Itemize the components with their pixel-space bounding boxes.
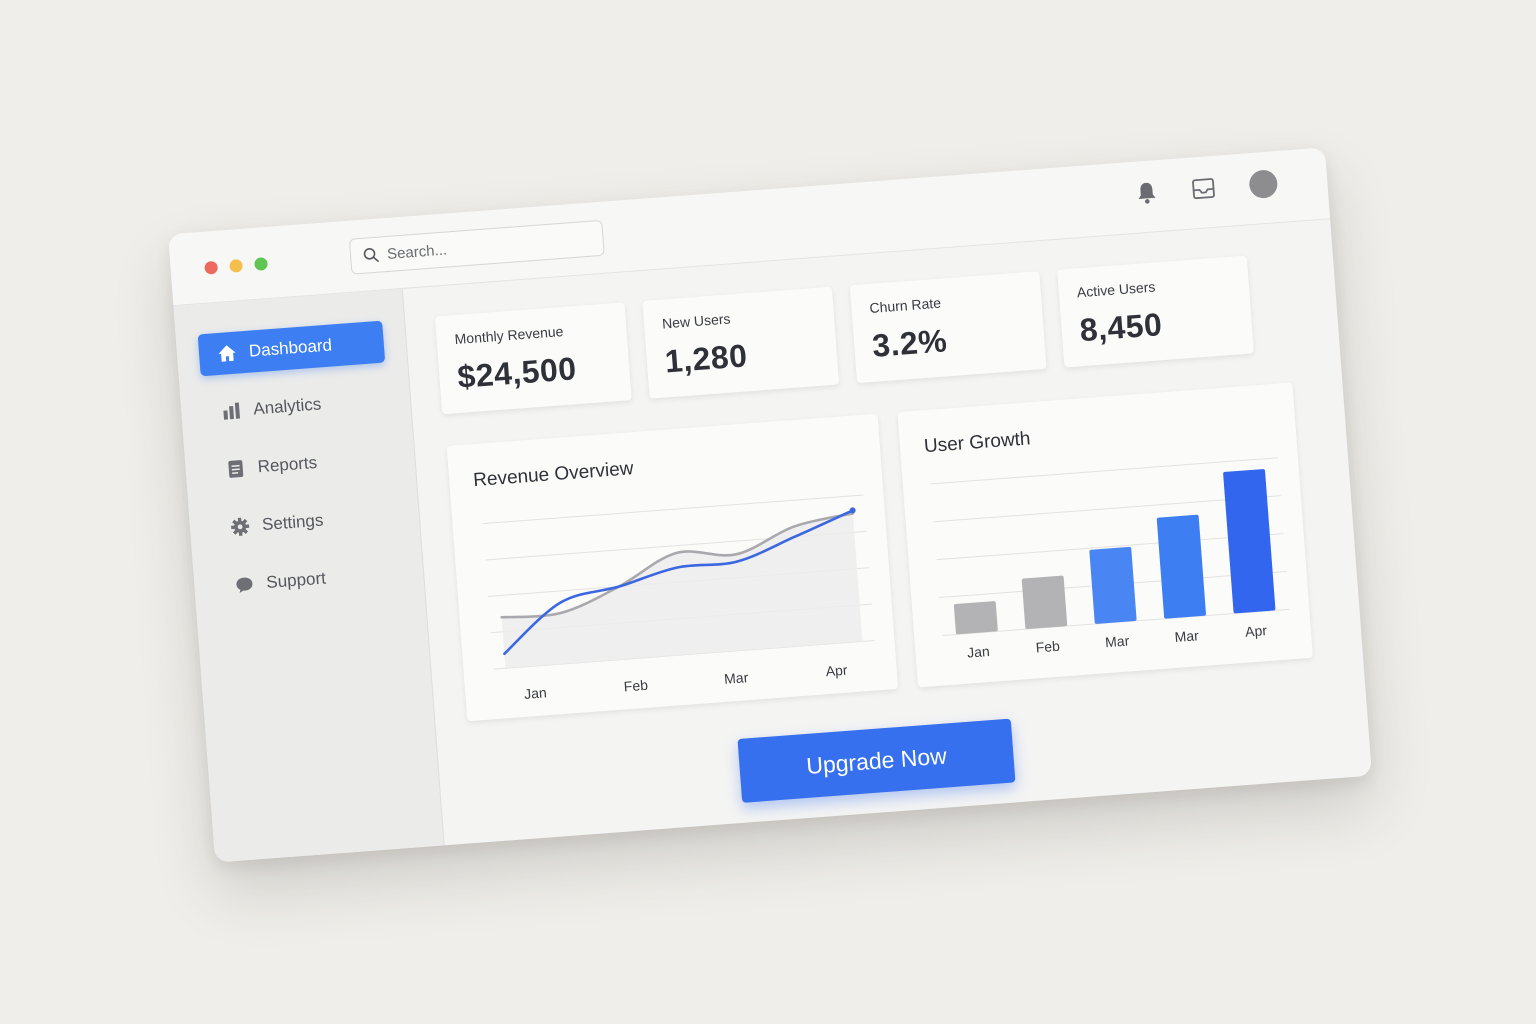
sidebar-item-label: Dashboard [248,335,333,361]
sidebar-item-support[interactable]: Support [215,552,403,608]
search-input[interactable] [386,231,578,263]
stat-value: 3.2% [871,322,949,364]
top-bar-icons [1135,169,1279,208]
stat-card-monthly-revenue: Monthly Revenue $24,500 [434,302,632,415]
stat-value: 1,280 [663,337,749,380]
user-growth-card: User Growth Jan Feb Mar Mar Apr [897,382,1313,688]
app-window: Dashboard Analytics Reports [168,147,1372,863]
background: Dashboard Analytics Reports [0,0,1536,1024]
maximize-window-button[interactable] [254,257,268,271]
x-tick-label: Feb [623,677,648,695]
bar-chart-icon [221,400,242,421]
sidebar-item-reports[interactable]: Reports [206,436,394,492]
bar [1156,514,1206,619]
stat-value: $24,500 [456,350,578,396]
grid-line [482,494,864,525]
bell-icon[interactable] [1135,180,1159,206]
inbox-icon[interactable] [1191,177,1217,201]
bar [1223,469,1276,614]
x-tick-label: Apr [1245,622,1268,640]
revenue-overview-card: Revenue Overview Jan Feb Mar Apr [446,413,899,722]
stat-label: Churn Rate [868,294,942,316]
x-tick-label: Mar [724,669,750,687]
search-bar[interactable] [348,219,605,275]
x-tick-label: Feb [1035,638,1060,656]
series-area [501,513,863,669]
sidebar-item-label: Reports [256,452,318,477]
revenue-line-chart: Jan Feb Mar Apr [482,494,875,702]
stat-label: Active Users [1076,278,1156,301]
x-tick-label: Mar [1174,627,1200,645]
stat-card-churn-rate: Churn Rate 3.2% [849,271,1047,384]
sidebar-item-label: Support [265,568,327,592]
stats-row: Monthly Revenue $24,500 New Users 1,280 … [434,255,1254,415]
stat-label: Monthly Revenue [454,323,564,348]
x-tick-label: Jan [524,684,548,702]
user-growth-bar-chart: Jan Feb Mar Mar Apr [930,457,1290,661]
upgrade-now-button[interactable]: Upgrade Now [737,718,1016,803]
gear-icon [229,516,250,537]
x-tick-label: Jan [967,643,991,661]
bar [1021,575,1068,630]
main-content: Monthly Revenue $24,500 New Users 1,280 … [403,219,1372,845]
x-tick-label: Apr [825,662,848,680]
sidebar: Dashboard Analytics Reports Settings Sup… [173,288,445,863]
document-icon [225,458,246,479]
stat-value: 8,450 [1078,306,1164,349]
chat-bubble-icon [234,574,255,595]
sidebar-item-label: Settings [261,510,325,535]
search-icon [363,248,379,262]
x-tick-label: Mar [1105,632,1131,650]
close-window-button[interactable] [204,260,219,275]
bar [953,601,998,635]
minimize-window-button[interactable] [229,258,244,273]
sidebar-item-analytics[interactable]: Analytics [202,378,390,434]
avatar[interactable] [1248,169,1279,200]
stat-card-active-users: Active Users 8,450 [1057,255,1254,368]
window-controls [204,257,268,275]
stat-card-new-users: New Users 1,280 [642,286,840,399]
bar [1089,546,1137,624]
home-icon [216,343,237,364]
sidebar-item-dashboard[interactable]: Dashboard [197,320,386,377]
sidebar-item-settings[interactable]: Settings [211,494,399,550]
stat-label: New Users [661,310,731,332]
sidebar-item-label: Analytics [252,394,322,419]
